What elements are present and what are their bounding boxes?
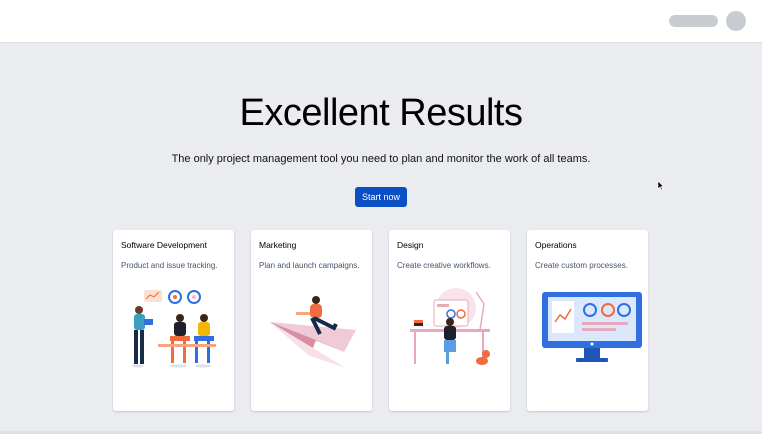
card-description: Create creative workflows. xyxy=(397,261,491,270)
page-title: Excellent Results xyxy=(239,92,523,134)
team-illustration xyxy=(132,290,216,368)
card-title: Marketing xyxy=(259,240,297,250)
start-now-button[interactable]: Start now xyxy=(355,187,407,207)
monitor-dashboard-illustration xyxy=(542,292,642,362)
card-title: Design xyxy=(397,240,424,250)
top-navigation-bar xyxy=(0,0,762,43)
card-description: Create custom processes. xyxy=(535,261,628,270)
template-card-operations[interactable]: Operations Create custom processes. xyxy=(527,230,648,411)
mouse-cursor-icon xyxy=(657,181,665,191)
paper-plane-illustration xyxy=(270,296,356,368)
card-title: Software Development xyxy=(121,240,207,250)
card-description: Product and issue tracking. xyxy=(121,261,218,270)
template-card-software-development[interactable]: Software Development Product and issue t… xyxy=(113,230,234,411)
nav-placeholder-button[interactable] xyxy=(669,15,718,27)
template-card-marketing[interactable]: Marketing Plan and launch campaigns. xyxy=(251,230,372,411)
template-card-design[interactable]: Design Create creative workflows. xyxy=(389,230,510,411)
page-subtitle: The only project management tool you nee… xyxy=(171,153,591,165)
designer-desk-illustration xyxy=(410,288,490,365)
card-description: Plan and launch campaigns. xyxy=(259,261,360,270)
avatar[interactable] xyxy=(726,11,746,31)
card-title: Operations xyxy=(535,240,577,250)
